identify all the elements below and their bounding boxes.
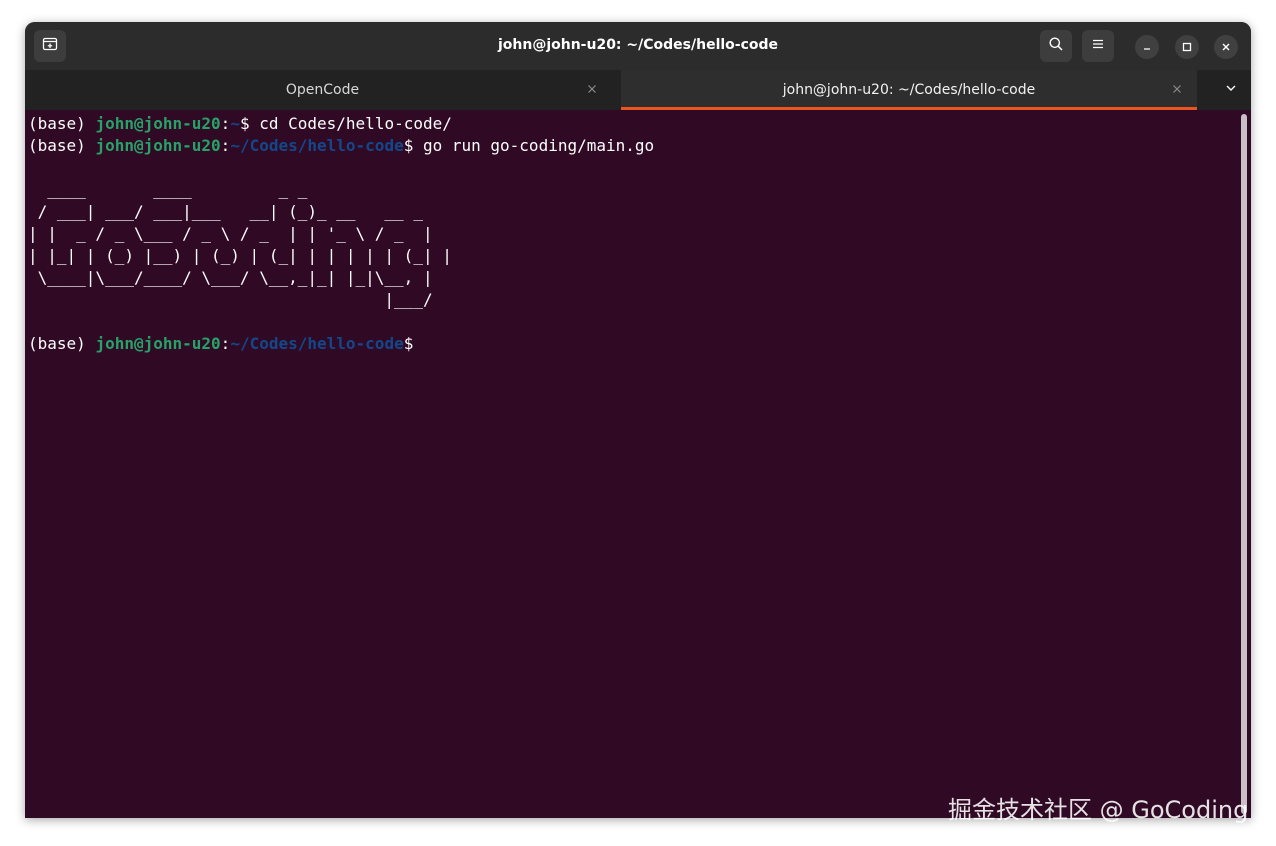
ascii-art-line: |___/ bbox=[28, 290, 433, 309]
ascii-art-line: \____|\___/____/ \___/ \__,_|_| |_|\__, … bbox=[28, 268, 433, 287]
minimize-icon bbox=[1141, 38, 1153, 57]
tab-hello-code[interactable]: john@john-u20: ~/Codes/hello-code bbox=[621, 70, 1197, 110]
prompt-user-host: john@john-u20 bbox=[95, 114, 221, 133]
prompt-user-host: john@john-u20 bbox=[95, 334, 221, 353]
title-bar: john@john-u20: ~/Codes/hello-code bbox=[25, 22, 1251, 70]
close-button[interactable] bbox=[1214, 35, 1238, 59]
ascii-art-line: | | _ / _ \___ / _ \ / _ | | '_ \ / _ | bbox=[28, 224, 433, 243]
prompt-user-host: john@john-u20 bbox=[95, 136, 221, 155]
ascii-art-line: ____ ____ _ _ bbox=[28, 180, 308, 199]
prompt-path: ~ bbox=[230, 114, 240, 133]
close-icon bbox=[1220, 38, 1232, 57]
tab-bar: OpenCode john@john-u20: ~/Codes/hello-co… bbox=[25, 70, 1251, 110]
prompt-colon: : bbox=[220, 136, 231, 155]
prompt-symbol: $ bbox=[239, 114, 260, 133]
ascii-art-line: / ___| ___/ ___|___ __| (_)_ __ __ _ bbox=[28, 202, 423, 221]
terminal-line: (base) john@john-u20:~/Codes/hello-code$… bbox=[28, 136, 654, 156]
prompt-env: (base) bbox=[28, 334, 96, 353]
close-icon bbox=[587, 82, 597, 98]
terminal-output[interactable]: (base) john@john-u20:~$ cd Codes/hello-c… bbox=[25, 110, 1235, 818]
prompt-path: ~/Codes/hello-code bbox=[230, 334, 404, 353]
maximize-button[interactable] bbox=[1175, 35, 1199, 59]
chevron-down-icon bbox=[1225, 82, 1237, 98]
minimize-button[interactable] bbox=[1135, 35, 1159, 59]
prompt-env: (base) bbox=[28, 114, 96, 133]
command-text: cd Codes/hello-code/ bbox=[259, 114, 452, 133]
terminal-line: (base) john@john-u20:~$ cd Codes/hello-c… bbox=[28, 114, 452, 134]
hamburger-menu-icon bbox=[1090, 36, 1106, 56]
command-text: go run go-coding/main.go bbox=[422, 136, 655, 155]
tab-close-button[interactable] bbox=[584, 82, 600, 98]
prompt-symbol: $ bbox=[403, 334, 414, 353]
tab-list-dropdown-button[interactable] bbox=[1219, 80, 1243, 100]
prompt-colon: : bbox=[220, 114, 231, 133]
tab-label: john@john-u20: ~/Codes/hello-code bbox=[782, 82, 1036, 98]
terminal-scrollbar[interactable] bbox=[1241, 114, 1247, 814]
tab-close-button[interactable] bbox=[1169, 82, 1185, 98]
maximize-icon bbox=[1181, 38, 1193, 57]
tab-opencode[interactable]: OpenCode bbox=[25, 70, 620, 110]
prompt-path: ~/Codes/hello-code bbox=[230, 136, 404, 155]
terminal-window: john@john-u20: ~/Codes/hello-code OpenCo… bbox=[25, 22, 1251, 818]
tab-label: OpenCode bbox=[285, 82, 360, 98]
search-button[interactable] bbox=[1040, 30, 1072, 62]
search-icon bbox=[1048, 36, 1064, 56]
ascii-art-line: | |_| | (_) |__) | (_) | (_| | | | | | (… bbox=[28, 246, 452, 265]
prompt-colon: : bbox=[220, 334, 231, 353]
menu-button[interactable] bbox=[1082, 30, 1114, 62]
close-icon bbox=[1172, 82, 1182, 98]
watermark: 掘金技术社区 @ GoCoding bbox=[948, 796, 1249, 824]
prompt-env: (base) bbox=[28, 136, 96, 155]
terminal-line: (base) john@john-u20:~/Codes/hello-code$ bbox=[28, 334, 413, 354]
prompt-symbol: $ bbox=[403, 136, 423, 155]
